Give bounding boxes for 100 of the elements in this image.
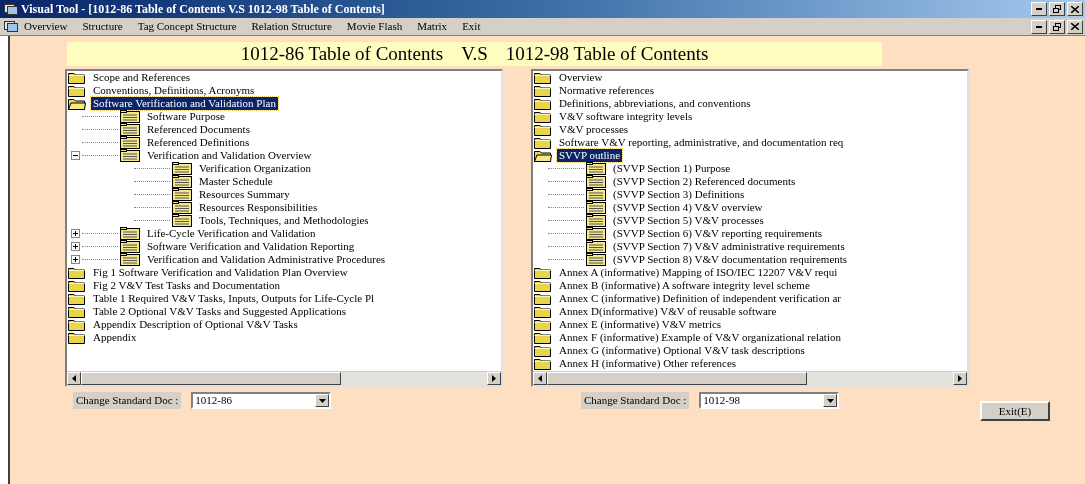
- scroll-right-button[interactable]: [953, 372, 967, 385]
- tree-item[interactable]: Annex B (informative) A software integrity level scheme: [557, 279, 812, 292]
- menu-item[interactable]: Tag Concept Structure: [137, 18, 237, 35]
- close-button[interactable]: [1067, 2, 1083, 16]
- expand-icon[interactable]: [70, 255, 80, 264]
- scroll-thumb[interactable]: [547, 372, 808, 385]
- tree-item[interactable]: Appendix: [91, 331, 139, 344]
- left-arrow-icon: [72, 375, 76, 382]
- tree-view[interactable]: [65, 69, 503, 387]
- document-folder-icon: [120, 240, 140, 253]
- horizontal-scrollbar[interactable]: [533, 371, 967, 385]
- tree-item[interactable]: V&V software integrity levels: [557, 110, 695, 123]
- folder-icon: [534, 357, 552, 370]
- folder-icon: [68, 305, 86, 318]
- document-folder-icon: [586, 227, 606, 240]
- restore-button[interactable]: [1049, 2, 1065, 16]
- tree-item[interactable]: Resources Summary: [197, 188, 292, 201]
- document-folder-icon: [586, 214, 606, 227]
- tree-item[interactable]: (SVVP Section 2) Referenced documents: [611, 175, 798, 188]
- tree-view[interactable]: [531, 69, 969, 387]
- tree-item[interactable]: Annex F (informative) Example of V&V organizational relation: [557, 331, 843, 344]
- document-folder-icon: [120, 227, 140, 240]
- tree-item[interactable]: Table 1 Required V&V Tasks, Inputs, Outputs for Life-Cycle Pl: [91, 292, 377, 305]
- tree-item[interactable]: V&V processes: [557, 123, 631, 136]
- menu-item[interactable]: Matrix: [417, 18, 448, 35]
- tree-item[interactable]: Referenced Documents: [145, 123, 252, 136]
- tree-item[interactable]: Overview: [557, 71, 605, 84]
- close-icon: [1071, 23, 1079, 30]
- tree-item[interactable]: Scope and References: [91, 71, 193, 84]
- document-folder-icon: [586, 175, 606, 188]
- tree-item[interactable]: Tools, Techniques, and Methodologies: [197, 214, 371, 227]
- tree-item[interactable]: Annex H (informative) Other references: [557, 357, 739, 370]
- tree-item[interactable]: Annex A (informative) Mapping of ISO/IEC 12207 V&V requi: [557, 266, 840, 279]
- horizontal-scrollbar[interactable]: [67, 371, 501, 385]
- scroll-left-button[interactable]: [67, 372, 81, 385]
- tree-item[interactable]: Definitions, abbreviations, and conventions: [557, 97, 753, 110]
- collapse-icon[interactable]: [70, 151, 80, 160]
- folder-icon: [68, 266, 86, 279]
- open-folder-icon: [68, 97, 86, 110]
- tree-item[interactable]: (SVVP Section 1) Purpose: [611, 162, 733, 175]
- minimize-button[interactable]: [1031, 2, 1047, 16]
- menu-item[interactable]: Exit: [462, 18, 481, 35]
- restore-button[interactable]: [1049, 19, 1065, 34]
- menu-item[interactable]: Movie Flash: [346, 18, 403, 35]
- folder-icon: [68, 318, 86, 331]
- folder-icon: [534, 318, 552, 331]
- folder-icon: [534, 110, 552, 123]
- scroll-left-button[interactable]: [533, 372, 547, 385]
- folder-icon: [534, 123, 552, 136]
- tree-item[interactable]: Verification and Validation Administrative Procedures: [145, 253, 388, 266]
- standard-doc-dropdown[interactable]: 1012-98: [699, 392, 840, 409]
- menu-item[interactable]: Relation Structure: [251, 18, 332, 35]
- tree-item[interactable]: Verification and Validation Overview: [145, 149, 314, 162]
- close-button[interactable]: [1067, 19, 1083, 34]
- folder-icon: [68, 292, 86, 305]
- tree-item[interactable]: Software Purpose: [145, 110, 227, 123]
- standard-doc-dropdown[interactable]: 1012-86: [191, 392, 332, 409]
- tree-item[interactable]: Appendix Description of Optional V&V Tasks: [91, 318, 300, 331]
- minimize-button[interactable]: [1031, 19, 1047, 34]
- menu-item[interactable]: Structure: [82, 18, 123, 35]
- scroll-thumb[interactable]: [81, 372, 342, 385]
- tree-item[interactable]: Table 2 Optional V&V Tasks and Suggested Applications: [91, 305, 348, 318]
- tree-item[interactable]: (SVVP Section 7) V&V administrative requirements: [611, 240, 847, 253]
- folder-icon: [534, 84, 552, 97]
- tree-item[interactable]: (SVVP Section 3) Definitions: [611, 188, 747, 201]
- tree-item[interactable]: Software V&V reporting, administrative, and documentation req: [557, 136, 846, 149]
- tree-item[interactable]: Referenced Definitions: [145, 136, 252, 149]
- tree-item[interactable]: Software Verification and Validation Reporting: [145, 240, 357, 253]
- tree-item[interactable]: Resources Responsibilities: [197, 201, 320, 214]
- expand-icon[interactable]: [70, 229, 80, 238]
- tree-item[interactable]: Annex D(informative) V&V of reusable software: [557, 305, 779, 318]
- tree-item[interactable]: (SVVP Section 8) V&V documentation requirements: [611, 253, 850, 266]
- tree-item[interactable]: Software Verification and Validation Plan: [91, 97, 278, 110]
- tree-item[interactable]: Life-Cycle Verification and Validation: [145, 227, 318, 240]
- tree-item[interactable]: SVVP outline: [557, 149, 622, 162]
- tree-item[interactable]: (SVVP Section 6) V&V reporting requirements: [611, 227, 825, 240]
- exit-button[interactable]: Exit(E): [980, 401, 1050, 421]
- tree-item[interactable]: (SVVP Section 4) V&V overview: [611, 201, 765, 214]
- left-arrow-icon: [538, 375, 542, 382]
- restore-icon: [1053, 22, 1061, 31]
- tree-item[interactable]: Fig 2 V&V Test Tasks and Documentation: [91, 279, 283, 292]
- tree-item[interactable]: Fig 1 Software Verification and Validation Plan Overview: [91, 266, 350, 279]
- folder-icon: [534, 344, 552, 357]
- dropdown-arrow-icon: [318, 398, 326, 403]
- tree-item[interactable]: Conventions, Definitions, Acronyms: [91, 84, 257, 97]
- folder-icon: [534, 305, 552, 318]
- tree-item[interactable]: (SVVP Section 5) V&V processes: [611, 214, 766, 227]
- tree-item[interactable]: Normative references: [557, 84, 656, 97]
- expand-icon[interactable]: [70, 242, 80, 251]
- tree-item[interactable]: Verification Organization: [197, 162, 313, 175]
- tree-item[interactable]: Annex G (informative) Optional V&V task descriptions: [557, 344, 807, 357]
- scroll-right-button[interactable]: [487, 372, 501, 385]
- tree-item[interactable]: Annex E (informative) V&V metrics: [557, 318, 724, 331]
- field-label: Change Standard Doc :: [73, 392, 182, 409]
- menu-item[interactable]: Overview: [24, 18, 68, 35]
- tree-item[interactable]: Annex C (informative) Definition of independent verification ar: [557, 292, 843, 305]
- tree-item[interactable]: Master Schedule: [197, 175, 275, 188]
- document-folder-icon: [172, 175, 192, 188]
- minimize-icon: [1036, 8, 1042, 10]
- restore-icon: [1053, 5, 1061, 13]
